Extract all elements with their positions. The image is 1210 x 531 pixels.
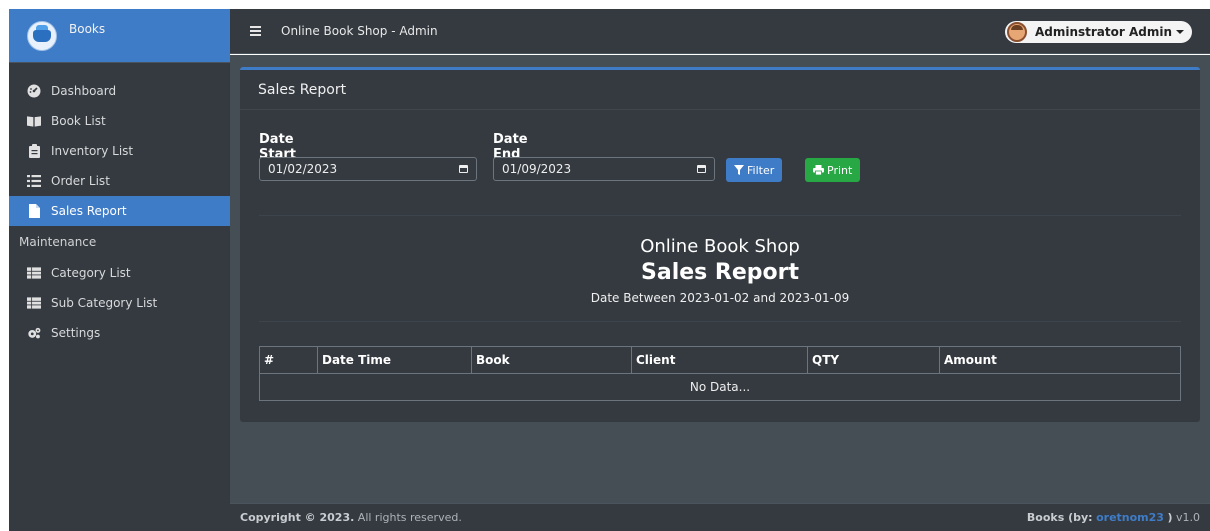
print-button-label: Print [827, 163, 853, 177]
column-header: Date Time [317, 346, 472, 374]
avatar [1006, 22, 1027, 42]
user-name: Adminstrator Admin [1034, 25, 1172, 39]
card-title: Sales Report [240, 70, 1200, 110]
column-header: Client [631, 346, 808, 374]
credit-suffix: ) [1167, 511, 1173, 524]
user-dropdown[interactable]: Adminstrator Admin [1004, 21, 1192, 43]
sales-report-table: # Date Time Book Client QTY Amount No Da… [259, 346, 1181, 401]
bookshop-logo-icon [27, 20, 57, 51]
file-icon [27, 204, 41, 218]
table-icon [27, 266, 41, 280]
sidebar-section-maintenance: Maintenance [19, 235, 97, 249]
copyright-rest: All rights reserved. [357, 511, 462, 524]
sidebar-item-label: Sub Category List [51, 296, 158, 310]
brand-name: Books [69, 21, 106, 36]
sidebar-item-label: Sales Report [51, 204, 127, 218]
sidebar-nav: Dashboard Book List Inventory List Order… [9, 63, 230, 348]
clipboard-icon [27, 144, 41, 158]
sidebar-item-label: Settings [51, 326, 101, 340]
sidebar-item-label: Order List [51, 174, 110, 188]
print-icon [813, 165, 824, 175]
sidebar-item-inventory-list[interactable]: Inventory List [9, 136, 230, 166]
credit-text: Books (by: oretnom23 ) v1.0 [1027, 511, 1200, 524]
divider [259, 215, 1181, 216]
top-navbar: Online Book Shop - Admin Adminstrator Ad… [230, 9, 1210, 54]
sidebar-item-label: Dashboard [51, 84, 117, 98]
column-header: Book [471, 346, 632, 374]
sidebar-item-dashboard[interactable]: Dashboard [9, 76, 230, 106]
print-button[interactable]: Print [805, 158, 861, 182]
sidebar-item-sub-category-list[interactable]: Sub Category List [9, 288, 230, 318]
credit-prefix: Books (by: [1026, 511, 1093, 524]
main-footer: Copyright © 2023. All rights reserved. B… [230, 503, 1210, 531]
book-icon [27, 114, 41, 128]
copyright-bold: Copyright © 2023. [240, 511, 355, 524]
author-link[interactable]: oretnom23 [1096, 511, 1164, 524]
content-wrapper: Sales Report Date Start 01/02/2023 Date … [230, 55, 1210, 503]
version: v1.0 [1175, 511, 1200, 524]
filter-button-label: Filter [747, 163, 775, 177]
date-end-value: 01/09/2023 [502, 162, 572, 176]
sales-report-card: Sales Report Date Start 01/02/2023 Date … [240, 67, 1200, 422]
main-sidebar: Books Dashboard Book List Inventory List… [9, 9, 230, 531]
caret-down-icon [1176, 30, 1184, 34]
date-start-value: 01/02/2023 [268, 162, 338, 176]
sidebar-item-sales-report[interactable]: Sales Report [9, 196, 230, 226]
table-header-row: # Date Time Book Client QTY Amount [259, 346, 1181, 374]
filter-button[interactable]: Filter [726, 158, 783, 182]
sidebar-item-label: Category List [51, 266, 131, 280]
calendar-icon[interactable] [697, 165, 706, 173]
sidebar-item-settings[interactable]: Settings [9, 318, 230, 348]
sidebar-item-category-list[interactable]: Category List [9, 258, 230, 288]
hamburger-menu-icon[interactable] [250, 26, 261, 36]
table-icon [27, 296, 41, 310]
column-header: Amount [939, 346, 1181, 374]
date-start-input[interactable]: 01/02/2023 [259, 157, 477, 181]
sidebar-item-book-list[interactable]: Book List [9, 106, 230, 136]
tachometer-icon [27, 84, 41, 98]
table-row: No Data... [259, 373, 1181, 401]
report-shop-name: Online Book Shop [640, 236, 800, 257]
sidebar-item-order-list[interactable]: Order List [9, 166, 230, 196]
column-header: # [259, 346, 318, 374]
app-title: Online Book Shop - Admin [281, 24, 438, 38]
list-icon [27, 174, 41, 188]
report-title: Sales Report [641, 260, 799, 285]
column-header: QTY [807, 346, 940, 374]
brand-link[interactable]: Books [9, 9, 230, 63]
copyright-text: Copyright © 2023. All rights reserved. [240, 511, 462, 524]
filter-icon [734, 165, 744, 175]
empty-table-message: No Data... [259, 373, 1181, 401]
divider [259, 321, 1181, 322]
report-date-range: Date Between 2023-01-02 and 2023-01-09 [590, 291, 850, 305]
cogs-icon [27, 326, 41, 340]
sidebar-item-label: Inventory List [51, 144, 134, 158]
sidebar-item-label: Book List [51, 114, 106, 128]
date-end-input[interactable]: 01/09/2023 [493, 157, 715, 181]
calendar-icon[interactable] [459, 165, 468, 173]
